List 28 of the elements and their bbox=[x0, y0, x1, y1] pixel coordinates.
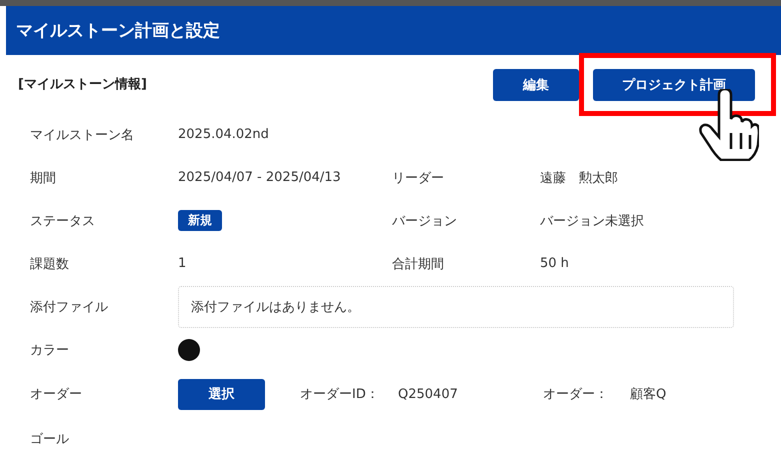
page-title: マイルストーン計画と設定 bbox=[16, 20, 220, 42]
field-label: バージョン bbox=[392, 212, 458, 230]
status-badge: 新規 bbox=[178, 210, 222, 231]
field-value: 1 bbox=[178, 256, 186, 271]
field-label: オーダー bbox=[29, 386, 83, 403]
order-id-value: Q250407 bbox=[398, 386, 459, 402]
hand-cursor-icon bbox=[699, 89, 759, 161]
field-label: ゴール bbox=[29, 430, 70, 448]
field-value: 2025/04/07 - 2025/04/13 bbox=[178, 170, 341, 185]
field-label: 合計期間 bbox=[392, 256, 445, 272]
edit-button[interactable]: 編集 bbox=[493, 69, 579, 101]
field-value: バージョン未選択 bbox=[540, 212, 644, 230]
field-label: 添付ファイル bbox=[29, 298, 109, 316]
field-value: 2025.04.02nd bbox=[178, 127, 270, 142]
field-label: 課題数 bbox=[29, 256, 70, 272]
field-label: カラー bbox=[29, 342, 70, 358]
field-label: マイルストーン名 bbox=[29, 126, 135, 144]
section-title: [マイルストーン情報] bbox=[18, 76, 147, 93]
field-label: 期間 bbox=[29, 170, 57, 186]
field-value: 50 h bbox=[540, 256, 569, 271]
field-label: リーダー bbox=[392, 170, 445, 186]
order-label: オーダー： bbox=[543, 386, 609, 403]
field-label: ステータス bbox=[29, 212, 96, 230]
empty-message: 添付ファイルはありません。 bbox=[191, 298, 360, 316]
order-id-label: オーダーID： bbox=[300, 386, 380, 403]
order-value: 顧客Q bbox=[630, 386, 666, 403]
field-value: 遠藤 勲太郎 bbox=[540, 170, 618, 186]
select-button[interactable]: 選択 bbox=[178, 378, 265, 410]
